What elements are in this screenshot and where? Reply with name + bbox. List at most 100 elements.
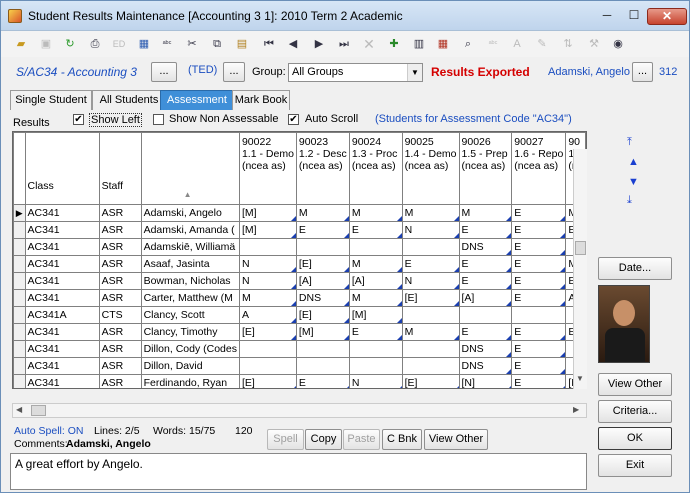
- tools-icon[interactable]: ⚒: [586, 36, 602, 52]
- cell-result[interactable]: [E]: [401, 374, 460, 388]
- cell-result[interactable]: E: [511, 374, 567, 388]
- cell-result[interactable]: M: [348, 289, 403, 307]
- tab-all-students[interactable]: All Students: [92, 90, 166, 110]
- cell-class[interactable]: AC341A: [24, 306, 100, 324]
- add-record-icon[interactable]: ✚: [386, 36, 402, 52]
- cut-icon[interactable]: ✂: [184, 36, 200, 52]
- cell-result[interactable]: E: [458, 323, 513, 341]
- cell-result[interactable]: N: [401, 221, 460, 239]
- cell-result[interactable]: DNS: [458, 340, 513, 358]
- col-header-assessment[interactable]: 90025 1.4 - Demo (ncea as): [401, 132, 460, 205]
- exit-button[interactable]: Exit: [598, 454, 672, 477]
- cell-student-name[interactable]: Carter, Matthew (M: [140, 289, 240, 307]
- table-row[interactable]: AC341 ASR Bowman, Nicholas N [A] [A] N E E E: [13, 272, 586, 290]
- cell-result[interactable]: [E]: [295, 255, 350, 273]
- col-header-staff[interactable]: Staff: [98, 132, 142, 205]
- cell-result[interactable]: E: [511, 357, 567, 375]
- cell-result[interactable]: M: [238, 289, 297, 307]
- table-row[interactable]: AC341A CTS Clancy, Scott A [E] [M]: [13, 306, 586, 324]
- cell-staff[interactable]: ASR: [98, 374, 142, 388]
- cell-staff[interactable]: ASR: [98, 272, 142, 290]
- criteria-button[interactable]: Criteria...: [598, 400, 672, 423]
- grid-vertical-scrollbar[interactable]: ▼: [573, 149, 587, 389]
- row-indicator[interactable]: [13, 374, 26, 388]
- show-non-assessable-checkbox[interactable]: [153, 114, 164, 125]
- table-row[interactable]: AC341 ASR Adamskiē, Williamä DNS E: [13, 238, 586, 256]
- cell-result[interactable]: [E]: [238, 323, 297, 341]
- col-header-assessment[interactable]: 90026 1.5 - Prep (ncea as): [458, 132, 513, 205]
- table-row[interactable]: AC341 ASR Clancy, Timothy [E] [M] E M E E E: [13, 323, 586, 341]
- print-preview-icon[interactable]: ⌕: [460, 36, 476, 52]
- results-table[interactable]: Class Staff ▲ 90022 1.1 - Demo (ncea as) 9…: [13, 132, 586, 388]
- highlight-icon[interactable]: ✎: [534, 36, 550, 52]
- cell-student-name[interactable]: Adamski, Amanda (: [140, 221, 240, 239]
- student-select-button[interactable]: ...: [632, 62, 653, 82]
- cell-result[interactable]: M: [295, 204, 350, 222]
- cell-result[interactable]: [238, 357, 297, 375]
- comment-textarea[interactable]: A great effort by Angelo.: [10, 453, 587, 490]
- table-row[interactable]: AC341 ASR Dillon, Cody (Codes DNS E: [13, 340, 586, 358]
- cell-result[interactable]: [A]: [458, 289, 513, 307]
- cell-staff[interactable]: ASR: [98, 323, 142, 341]
- close-button[interactable]: ✕: [647, 8, 687, 25]
- scroll-right-arrow-icon[interactable]: ▶: [573, 405, 579, 414]
- copy-button[interactable]: Copy: [305, 429, 342, 450]
- cell-student-name[interactable]: Dillon, Cody (Codes: [140, 340, 240, 358]
- cell-result[interactable]: E: [458, 221, 513, 239]
- cell-result[interactable]: M: [348, 204, 403, 222]
- cell-result[interactable]: [M]: [238, 204, 297, 222]
- first-record-icon[interactable]: ⏮: [261, 36, 277, 52]
- cell-result[interactable]: [N]: [458, 374, 513, 388]
- paste-icon[interactable]: ▤: [234, 36, 250, 52]
- cell-result[interactable]: [A]: [348, 272, 403, 290]
- col-header-name[interactable]: ▲: [140, 132, 240, 205]
- cell-class[interactable]: AC341: [24, 221, 100, 239]
- cell-result[interactable]: [401, 238, 460, 256]
- open-folder-icon[interactable]: ▰: [13, 36, 29, 52]
- row-indicator[interactable]: ▶: [13, 204, 26, 222]
- tab-mark-book[interactable]: Mark Book: [232, 90, 290, 110]
- cell-result[interactable]: M: [401, 323, 460, 341]
- last-record-icon[interactable]: ⏭: [336, 36, 352, 52]
- cell-student-name[interactable]: Dillon, David: [140, 357, 240, 375]
- vertical-scroll-thumb[interactable]: [575, 241, 586, 255]
- comment-bank-button[interactable]: C Bnk: [382, 429, 422, 450]
- grid-horizontal-scrollbar[interactable]: ◀ ▶: [12, 403, 587, 418]
- cell-result[interactable]: DNS: [458, 238, 513, 256]
- cell-result[interactable]: E: [511, 221, 567, 239]
- col-header-assessment[interactable]: 90022 1.1 - Demo (ncea as): [238, 132, 297, 205]
- cell-class[interactable]: AC341: [24, 374, 100, 388]
- cell-result[interactable]: DNS: [295, 289, 350, 307]
- cell-result[interactable]: N: [401, 272, 460, 290]
- cell-student-name[interactable]: Adamski, Angelo: [140, 204, 240, 222]
- cell-result[interactable]: E: [511, 238, 567, 256]
- cell-result[interactable]: E: [511, 323, 567, 341]
- col-header-assessment[interactable]: 90023 1.2 - Desc (ncea as): [295, 132, 350, 205]
- table-row[interactable]: AC341 ASR Dillon, David DNS E: [13, 357, 586, 375]
- cell-class[interactable]: AC341: [24, 357, 100, 375]
- cell-student-name[interactable]: Clancy, Scott: [140, 306, 240, 324]
- scroll-left-arrow-icon[interactable]: ◀: [16, 405, 22, 414]
- tab-single-student[interactable]: Single Student: [10, 90, 92, 110]
- move-up-icon[interactable]: ▲: [628, 156, 639, 168]
- row-indicator[interactable]: [13, 323, 26, 341]
- maximize-button[interactable]: ☐: [621, 8, 647, 25]
- spellcheck-icon[interactable]: ᵃᵇᶜ: [159, 36, 175, 52]
- cell-student-name[interactable]: Asaaf, Jasinta: [140, 255, 240, 273]
- cell-staff[interactable]: ASR: [98, 289, 142, 307]
- cell-result[interactable]: [295, 238, 350, 256]
- cell-student-name[interactable]: Bowman, Nicholas: [140, 272, 240, 290]
- view-other-side-button[interactable]: View Other: [598, 373, 672, 396]
- cell-result[interactable]: [295, 357, 350, 375]
- cell-result[interactable]: E: [348, 323, 403, 341]
- cell-result[interactable]: E: [401, 255, 460, 273]
- paste-button[interactable]: Paste: [343, 429, 380, 450]
- cell-staff[interactable]: ASR: [98, 221, 142, 239]
- cell-result[interactable]: [E]: [238, 374, 297, 388]
- cell-class[interactable]: AC341: [24, 340, 100, 358]
- cell-result[interactable]: N: [238, 255, 297, 273]
- cell-staff[interactable]: ASR: [98, 340, 142, 358]
- cell-result[interactable]: [238, 238, 297, 256]
- font-icon[interactable]: A: [509, 36, 525, 52]
- cell-result[interactable]: [511, 306, 567, 324]
